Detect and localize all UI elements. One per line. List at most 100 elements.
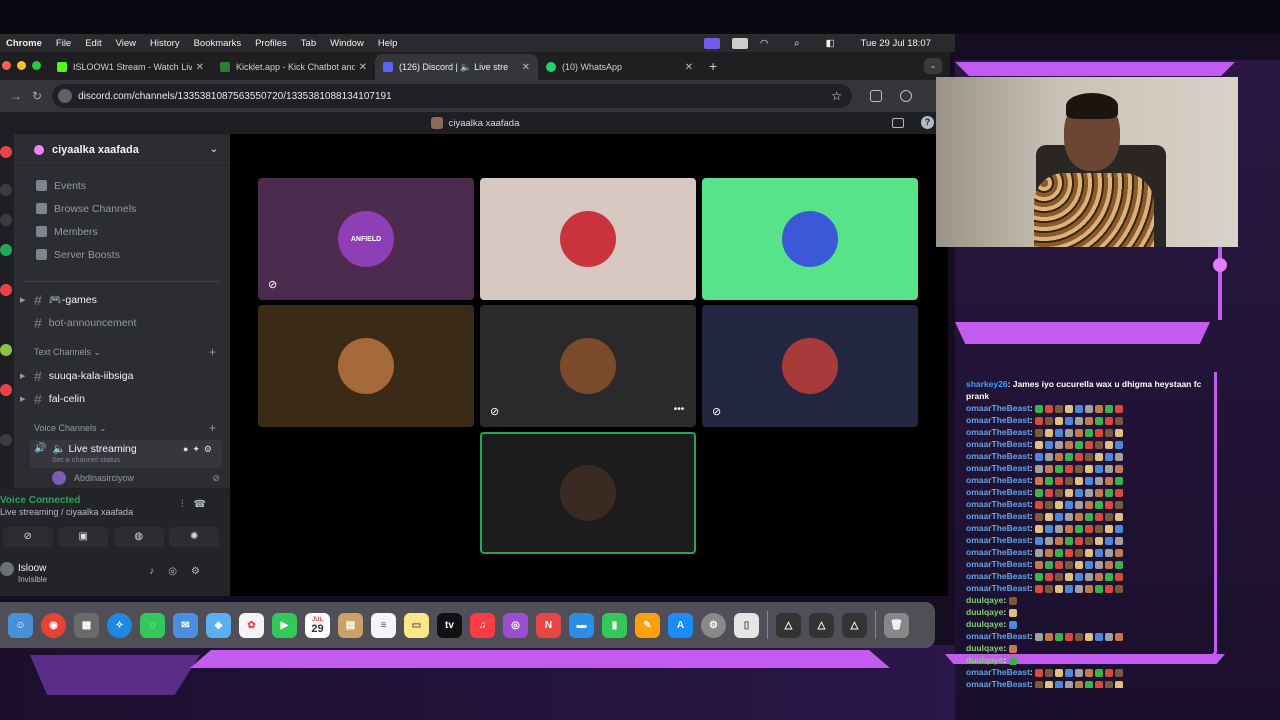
- messages-icon[interactable]: ◌: [140, 612, 165, 638]
- menubar-app[interactable]: Chrome: [6, 38, 42, 49]
- pages-icon[interactable]: ✎: [635, 612, 660, 638]
- chat-username[interactable]: omaarTheBeast: [966, 499, 1030, 509]
- reload-icon[interactable]: ↻: [32, 89, 42, 103]
- app-store-icon[interactable]: A: [668, 612, 693, 638]
- chat-username[interactable]: omaarTheBeast: [966, 451, 1030, 461]
- participant-tile[interactable]: [702, 178, 918, 300]
- category-voice[interactable]: Voice Channels ⌄ +: [14, 416, 230, 440]
- screen-share-button[interactable]: ▣: [58, 527, 109, 547]
- photos-icon[interactable]: ✿: [239, 612, 264, 638]
- forward-icon[interactable]: →: [10, 89, 22, 103]
- chat-username[interactable]: duulqaye: [966, 619, 1003, 629]
- screen-share-icon[interactable]: [703, 37, 720, 49]
- chat-username[interactable]: omaarTheBeast: [966, 487, 1030, 497]
- address-bar[interactable]: discord.com/channels/1335381087563550720…: [52, 84, 853, 108]
- channel-suuqa[interactable]: ▶ # suuqa-kala-iibsiga: [14, 364, 230, 387]
- user-avatar[interactable]: [0, 562, 14, 576]
- minimize-window-button[interactable]: [17, 61, 26, 70]
- maximize-window-button[interactable]: [32, 61, 41, 70]
- chat-username[interactable]: omaarTheBeast: [966, 667, 1030, 677]
- reminders-icon[interactable]: ≡: [371, 612, 396, 638]
- participant-tile[interactable]: [258, 305, 474, 427]
- menu-profiles[interactable]: Profiles: [255, 38, 287, 49]
- notes-icon[interactable]: ▤: [338, 612, 363, 638]
- inbox-icon[interactable]: [892, 118, 904, 128]
- server-badge[interactable]: [0, 146, 12, 158]
- participant-tile[interactable]: ⊘ •••: [480, 305, 696, 427]
- chrome-icon[interactable]: ◉: [41, 612, 66, 638]
- settings-icon[interactable]: ⚙: [701, 612, 726, 638]
- chat-username[interactable]: omaarTheBeast: [966, 427, 1030, 437]
- stickies-icon[interactable]: ▭: [404, 612, 429, 638]
- user-name[interactable]: Isloow: [18, 563, 46, 574]
- add-channel-icon[interactable]: +: [209, 421, 216, 435]
- finder-icon[interactable]: ☺: [8, 612, 33, 638]
- news-icon[interactable]: N: [536, 612, 561, 638]
- menu-window[interactable]: Window: [330, 38, 364, 49]
- channel-bot-announcement[interactable]: # bot-announcement: [14, 311, 230, 334]
- menu-file[interactable]: File: [56, 38, 71, 49]
- voice-channel-live[interactable]: 🔊 🔈 Live streaming Set a channel status ●…: [30, 440, 222, 468]
- facetime-icon[interactable]: ▶: [272, 612, 297, 638]
- app-triangle-icon[interactable]: △: [776, 612, 801, 638]
- voice-channel-status[interactable]: Set a channel status: [34, 455, 222, 464]
- control-center-icon[interactable]: ◧: [826, 38, 835, 49]
- server-item[interactable]: [0, 184, 12, 196]
- site-info-icon[interactable]: [58, 89, 73, 103]
- participant-tile[interactable]: ⊘: [702, 305, 918, 427]
- search-icon[interactable]: ⌕: [794, 38, 799, 49]
- nav-members[interactable]: Members: [14, 220, 230, 243]
- close-icon[interactable]: ✕: [522, 62, 530, 73]
- podcasts-icon[interactable]: ◎: [503, 612, 528, 638]
- iphone-mirroring-icon[interactable]: ▯: [734, 612, 759, 638]
- chat-username[interactable]: duulqaye: [966, 643, 1003, 653]
- app-triangle-icon[interactable]: △: [809, 612, 834, 638]
- voice-controls-icon[interactable]: ⫶☎: [181, 499, 216, 510]
- server-badge[interactable]: [0, 384, 12, 396]
- help-icon[interactable]: ?: [921, 116, 934, 129]
- tab-whatsapp[interactable]: (10) WhatsApp ✕: [538, 54, 701, 80]
- voice-user[interactable]: Abdinasirciyow ⊘: [14, 468, 230, 488]
- clock[interactable]: Tue 29 Jul 18:07: [861, 38, 931, 49]
- extensions-icon[interactable]: [870, 90, 883, 102]
- tab-discord[interactable]: (126) Discord | 🔈 Live stre ✕: [375, 54, 538, 80]
- server-badge[interactable]: [0, 284, 12, 296]
- chat-username[interactable]: omaarTheBeast: [966, 475, 1030, 485]
- close-icon[interactable]: ✕: [196, 62, 204, 73]
- server-item[interactable]: [0, 244, 12, 256]
- chevron-down-icon[interactable]: ⌄: [210, 144, 218, 155]
- soundboard-button[interactable]: ✺: [169, 527, 220, 547]
- server-header[interactable]: ciyaalka xaafada ⌄: [14, 134, 230, 166]
- close-icon[interactable]: ✕: [685, 62, 693, 73]
- new-tab-button[interactable]: +: [709, 58, 717, 74]
- battery-icon[interactable]: [731, 37, 748, 49]
- menu-help[interactable]: Help: [378, 38, 398, 49]
- activity-button[interactable]: ◍: [113, 527, 164, 547]
- apple-tv-icon[interactable]: tv: [437, 612, 462, 638]
- menu-tab[interactable]: Tab: [301, 38, 316, 49]
- mail-icon[interactable]: ✉: [173, 612, 198, 638]
- bookmark-star-icon[interactable]: ☆: [831, 89, 842, 103]
- chat-username[interactable]: omaarTheBeast: [966, 415, 1030, 425]
- menu-bookmarks[interactable]: Bookmarks: [194, 38, 242, 49]
- chat-username[interactable]: omaarTheBeast: [966, 535, 1030, 545]
- channel-fal-celin[interactable]: ▶ # fal-celin: [14, 387, 230, 410]
- launchpad-icon[interactable]: ▦: [74, 612, 99, 638]
- nav-browse-channels[interactable]: Browse Channels: [14, 197, 230, 220]
- tab-search-icon[interactable]: ⌄: [924, 58, 942, 74]
- camera-off-button[interactable]: ⊘: [2, 527, 53, 547]
- close-window-button[interactable]: [2, 61, 11, 70]
- close-icon[interactable]: ✕: [359, 62, 367, 73]
- channel-games[interactable]: ▶ # 🎮-games: [14, 288, 230, 311]
- chat-username[interactable]: duulqaye: [966, 655, 1003, 665]
- tab-kicklet[interactable]: Kicklet.app - Kick Chatbot and ✕: [212, 54, 375, 80]
- safari-icon[interactable]: ✧: [107, 612, 132, 638]
- chat-username[interactable]: omaarTheBeast: [966, 439, 1030, 449]
- chat-username[interactable]: omaarTheBeast: [966, 547, 1030, 557]
- wifi-icon[interactable]: ◠: [760, 38, 768, 49]
- calendar-icon[interactable]: JUL 29: [305, 612, 330, 638]
- server-item[interactable]: [0, 214, 12, 226]
- participant-tile-speaking[interactable]: [480, 432, 696, 554]
- menu-edit[interactable]: Edit: [85, 38, 101, 49]
- menu-view[interactable]: View: [116, 38, 136, 49]
